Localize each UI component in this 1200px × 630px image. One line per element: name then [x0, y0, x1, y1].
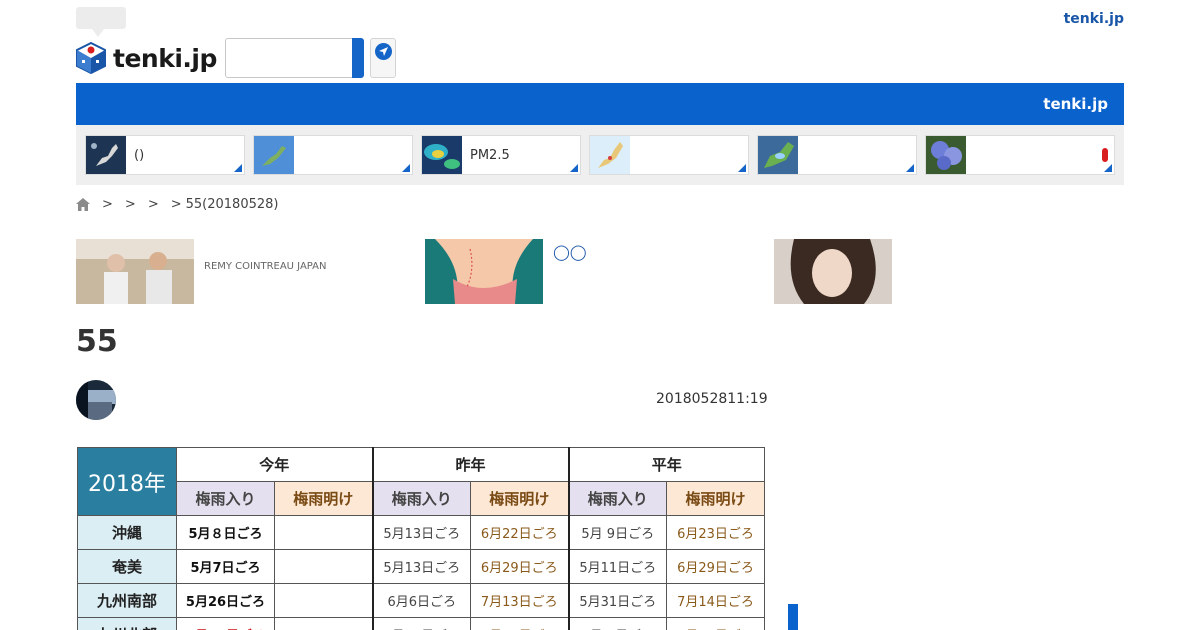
japan-weather-map-icon: [86, 136, 126, 174]
cell: 5月7日ごろ: [176, 549, 275, 584]
year-cell: 2018年: [77, 447, 177, 516]
col-end: 梅雨明け: [274, 481, 373, 516]
cell: 7月14日ごろ: [666, 583, 765, 618]
pm25-map-icon: [422, 136, 462, 174]
breadcrumb-current: 55(20180528): [185, 197, 279, 212]
main-nav-bar: tenki.jp: [76, 83, 1124, 125]
cell: 6月20日ごろ: [371, 617, 471, 630]
cell: 7月13日ごろ: [470, 617, 569, 630]
table-row: 九州北部 5月28日ごろ 6月20日ごろ 7月13日ごろ 6月 5日ごろ 7月1…: [77, 617, 765, 630]
hydrangea-photo-icon: [926, 136, 966, 174]
cell: 6月22日ごろ: [470, 515, 569, 550]
tile-label: (): [134, 148, 145, 163]
cell: 5月 9日ごろ: [567, 515, 667, 550]
breadcrumb: > > > > 55(20180528): [76, 197, 278, 212]
breadcrumb-separator: >: [102, 197, 113, 212]
cell: 6月 5日ごろ: [567, 617, 667, 630]
alert-badge: [1102, 148, 1108, 162]
map-tile-strip: () PM2.5: [76, 125, 1124, 185]
tile-rain-radar[interactable]: [253, 135, 413, 175]
ad-remy[interactable]: REMY COINTREAU JAPAN: [76, 239, 327, 308]
ad-photo-people: [76, 239, 194, 304]
rain-radar-map-icon: [254, 136, 294, 174]
cell: 6月6日ごろ: [371, 583, 471, 618]
cell: 5月13日ごろ: [371, 549, 471, 584]
region-cell: 九州北部: [77, 617, 177, 630]
article-date: 2018052811:19: [656, 391, 768, 407]
tile-corner-icon: [402, 164, 410, 172]
cell: [274, 583, 373, 618]
table-row: 九州南部 5月26日ごろ 6月6日ごろ 7月13日ごろ 5月31日ごろ 7月14…: [77, 583, 765, 618]
tile-pm25[interactable]: PM2.5: [421, 135, 581, 175]
ad-portrait[interactable]: [774, 239, 892, 308]
cell: 7月13日ごろ: [470, 583, 569, 618]
logo-text: tenki.jp: [113, 43, 217, 73]
regional-radar-map-icon: [758, 136, 798, 174]
tile-corner-icon: [234, 164, 242, 172]
cell: [274, 515, 373, 550]
cell: 5月11日ごろ: [567, 549, 667, 584]
col-start: 梅雨入り: [567, 481, 667, 516]
cell: 5月26日ごろ: [176, 583, 275, 618]
ad-illustration[interactable]: ◯◯: [425, 239, 587, 308]
cell: 7月19日ごろ: [666, 617, 765, 630]
tile-hydrangea[interactable]: [925, 135, 1115, 175]
cell: 5月13日ごろ: [371, 515, 471, 550]
location-button[interactable]: [370, 38, 396, 78]
tile-corner-icon: [570, 164, 578, 172]
location-arrow-icon: [379, 47, 388, 56]
cell: 6月23日ごろ: [666, 515, 765, 550]
col-end: 梅雨明け: [666, 481, 765, 516]
search-button[interactable]: [352, 38, 364, 78]
table-row: 沖縄 5月８日ごろ 5月13日ごろ 6月22日ごろ 5月 9日ごろ 6月23日ご…: [77, 515, 765, 550]
group-this-year: 今年: [176, 447, 373, 482]
col-start: 梅雨入り: [371, 481, 471, 516]
tile-warning-map[interactable]: [589, 135, 749, 175]
cell: 5月８日ごろ: [176, 515, 275, 550]
rainy-season-table: 2018年 今年 昨年 平年 梅雨入り 梅雨明け 梅雨入り 梅雨明け 梅雨入り …: [77, 447, 765, 630]
nav-brand[interactable]: tenki.jp: [1043, 95, 1108, 113]
logo-cube-icon: [76, 42, 106, 74]
breadcrumb-separator: >: [124, 197, 136, 212]
cell: [274, 549, 373, 584]
tile-corner-icon: [1104, 164, 1112, 172]
top-link[interactable]: tenki.jp: [1064, 11, 1124, 27]
cell: 6月29日ごろ: [470, 549, 569, 584]
cell: 5月31日ごろ: [567, 583, 667, 618]
scroll-to-top-tab[interactable]: [788, 604, 798, 630]
breadcrumb-separator: >: [147, 197, 159, 212]
region-cell: 奄美: [77, 549, 177, 584]
tile-weather-map[interactable]: (): [85, 135, 245, 175]
ad-illustration-image: [425, 239, 543, 304]
speech-bubble-icon: [76, 7, 126, 37]
breadcrumb-separator: >: [170, 197, 182, 212]
home-icon[interactable]: [76, 198, 90, 211]
tile-label: PM2.5: [470, 148, 510, 163]
search-input[interactable]: [225, 38, 353, 78]
table-row: 奄美 5月7日ごろ 5月13日ごろ 6月29日ごろ 5月11日ごろ 6月29日ご…: [77, 549, 765, 584]
col-end: 梅雨明け: [470, 481, 569, 516]
tile-corner-icon: [738, 164, 746, 172]
author-avatar[interactable]: [76, 380, 116, 420]
page-title: 55: [76, 324, 118, 359]
region-cell: 沖縄: [77, 515, 177, 550]
ad-caption: ◯◯: [553, 243, 587, 261]
cell: [274, 617, 373, 630]
ad-portrait-image: [774, 239, 892, 304]
ad-caption: REMY COINTREAU JAPAN: [204, 261, 327, 272]
group-average: 平年: [567, 447, 765, 482]
region-cell: 九州南部: [77, 583, 177, 618]
col-start: 梅雨入り: [176, 481, 275, 516]
tile-regional-radar[interactable]: [757, 135, 917, 175]
group-last-year: 昨年: [371, 447, 569, 482]
avatar-city-photo: [76, 380, 116, 420]
japan-warning-map-icon: [590, 136, 630, 174]
site-logo[interactable]: tenki.jp: [76, 42, 217, 74]
cell: 5月28日ごろ: [176, 617, 275, 630]
cell: 6月29日ごろ: [666, 549, 765, 584]
tile-corner-icon: [906, 164, 914, 172]
